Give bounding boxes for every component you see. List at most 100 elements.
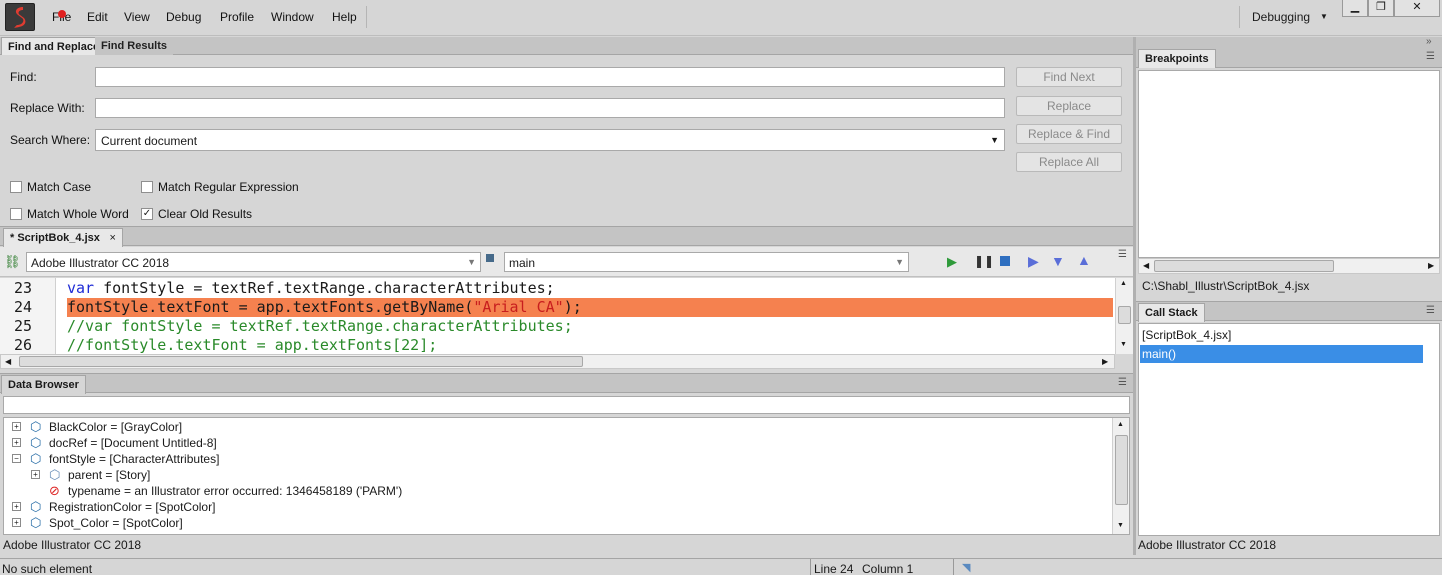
collapse-panel-icon[interactable]: » — [1426, 36, 1432, 47]
tree-vertical-scrollbar[interactable]: ▲ ▼ — [1112, 418, 1129, 534]
code-editor[interactable]: 23 24 25 26 var fontStyle = textRef.text… — [0, 278, 1133, 354]
tree-item-label: BlackColor = [GrayColor] — [49, 420, 183, 434]
scroll-up-icon[interactable]: ▲ — [1120, 280, 1127, 287]
breakpoints-list — [1138, 70, 1440, 258]
scroll-thumb[interactable] — [19, 356, 583, 367]
search-where-select[interactable]: Current document ▼ — [95, 129, 1005, 151]
step-into-icon[interactable]: ▼ — [1051, 253, 1065, 269]
replace-button[interactable]: Replace — [1016, 96, 1122, 116]
tree-item-label: parent = [Story] — [68, 468, 151, 482]
menu-debug[interactable]: Debug — [166, 10, 201, 24]
match-whole-word-checkbox[interactable] — [10, 208, 22, 220]
scroll-thumb[interactable] — [1154, 260, 1334, 272]
tree-item-label: fontStyle = [CharacterAttributes] — [49, 452, 220, 466]
expand-icon[interactable]: + — [31, 470, 40, 479]
tab-data-browser[interactable]: Data Browser — [1, 375, 86, 394]
close-icon[interactable]: ✕ — [1394, 0, 1440, 17]
data-browser-tabbar: Data Browser ☰ — [0, 373, 1133, 394]
replace-all-button[interactable]: Replace All — [1016, 152, 1122, 172]
run-icon[interactable]: ▶ — [947, 254, 957, 270]
data-browser-filter-input[interactable] — [3, 396, 1130, 414]
call-stack-item-selected[interactable]: main() — [1140, 345, 1423, 363]
panel-splitter[interactable] — [1133, 37, 1136, 555]
menu-profile[interactable]: Profile — [220, 10, 254, 24]
editor-tabbar: * ScriptBok_4.jsx × — [0, 226, 1133, 247]
status-column: Column 1 — [862, 562, 914, 575]
workspace-mode-select[interactable]: Debugging — [1252, 10, 1310, 24]
menu-edit[interactable]: Edit — [87, 10, 108, 24]
scroll-right-icon[interactable]: ▶ — [1102, 357, 1108, 366]
code-vertical-scrollbar[interactable]: ▲ ▼ — [1115, 278, 1133, 354]
match-regex-label: Match Regular Expression — [158, 180, 299, 194]
scroll-down-icon[interactable]: ▼ — [1120, 341, 1127, 348]
status-divider — [810, 559, 811, 575]
step-out-icon[interactable]: ▲ — [1077, 252, 1091, 268]
scroll-left-icon[interactable]: ◀ — [5, 357, 11, 366]
replace-input[interactable] — [95, 98, 1005, 118]
function-select[interactable]: main ▼ — [504, 252, 909, 272]
menu-window[interactable]: Window — [271, 10, 314, 24]
scroll-right-icon[interactable]: ▶ — [1428, 261, 1434, 270]
expand-icon[interactable]: + — [12, 438, 21, 447]
find-input[interactable] — [95, 67, 1005, 87]
tab-breakpoints[interactable]: Breakpoints — [1138, 49, 1216, 68]
chevron-down-icon[interactable]: ▼ — [467, 257, 476, 267]
pause-icon[interactable]: ❚❚ — [974, 254, 994, 268]
target-app-select[interactable]: Adobe Illustrator CC 2018 ▼ — [26, 252, 481, 272]
scroll-down-icon[interactable]: ▼ — [1117, 522, 1124, 529]
right-collapse-bar: » — [1136, 36, 1442, 49]
tree-item-label: Spot_Color = [SpotColor] — [49, 516, 183, 530]
scroll-up-icon[interactable]: ▲ — [1117, 421, 1124, 428]
close-tab-icon[interactable]: × — [109, 229, 115, 247]
tab-call-stack[interactable]: Call Stack — [1138, 303, 1205, 322]
expand-icon[interactable]: + — [12, 518, 21, 527]
expand-icon[interactable]: + — [12, 502, 21, 511]
tab-find-and-replace[interactable]: Find and Replace — [1, 37, 107, 55]
panel-menu-icon[interactable]: ☰ — [1118, 249, 1127, 260]
call-stack-item[interactable]: [ScriptBok_4.jsx] — [1142, 327, 1425, 343]
notification-dot-icon — [58, 10, 66, 18]
restore-icon[interactable]: ❐ — [1368, 0, 1394, 17]
match-case-label: Match Case — [27, 180, 92, 194]
match-case-checkbox[interactable] — [10, 181, 22, 193]
scroll-left-icon[interactable]: ◀ — [1143, 261, 1149, 270]
clear-old-results-checkbox[interactable]: ✓ — [141, 208, 153, 220]
code-token: ); — [563, 298, 582, 316]
menu-help[interactable]: Help — [332, 10, 357, 24]
function-icon — [486, 254, 494, 262]
menu-separator — [366, 6, 367, 28]
replace-and-find-button[interactable]: Replace & Find — [1016, 124, 1122, 144]
scroll-thumb[interactable] — [1118, 306, 1131, 324]
step-over-icon[interactable]: ▶ — [1028, 253, 1039, 270]
panel-menu-icon[interactable]: ☰ — [1118, 377, 1127, 388]
tab-find-results[interactable]: Find Results — [95, 37, 174, 55]
chevron-down-icon[interactable]: ▼ — [1320, 12, 1328, 21]
scroll-thumb[interactable] — [1115, 435, 1128, 505]
line-number: 26 — [13, 336, 32, 354]
minimize-icon[interactable]: ▁ — [1342, 0, 1368, 17]
panel-menu-icon[interactable]: ☰ — [1426, 305, 1435, 316]
object-cube-icon: ⬡ — [30, 499, 42, 514]
panel-menu-icon[interactable]: ☰ — [1426, 51, 1435, 62]
find-panel: Find: Replace With: Search Where: Curren… — [0, 55, 1133, 225]
tab-scriptbok[interactable]: * ScriptBok_4.jsx × — [3, 228, 123, 247]
breakpoints-horizontal-scrollbar[interactable]: ◀ ▶ — [1138, 258, 1440, 274]
find-next-button[interactable]: Find Next — [1016, 67, 1122, 87]
stop-icon[interactable] — [1000, 256, 1010, 266]
error-circle-icon: ⊘ — [49, 483, 60, 498]
collapse-icon[interactable]: − — [12, 454, 21, 463]
clear-old-results-label: Clear Old Results — [158, 207, 253, 221]
chevron-down-icon[interactable]: ▼ — [895, 257, 904, 267]
link-icon[interactable]: ⛓ — [4, 254, 21, 270]
line-gutter: 23 24 25 26 — [0, 278, 56, 354]
expand-icon[interactable]: + — [12, 422, 21, 431]
code-line-24: fontStyle.textFont = app.textFonts.getBy… — [67, 298, 582, 317]
object-cube-icon: ⬡ — [49, 467, 61, 482]
match-regex-checkbox[interactable] — [141, 181, 153, 193]
code-horizontal-scrollbar[interactable]: ◀ ▶ — [0, 354, 1115, 369]
chevron-down-icon[interactable]: ▼ — [990, 135, 999, 145]
call-stack-list: [ScriptBok_4.jsx] main() — [1138, 323, 1440, 536]
code-line-23: var fontStyle = textRef.textRange.charac… — [67, 279, 555, 298]
code-token: fontStyle = textRef.textRange.characterA… — [94, 279, 555, 297]
menu-view[interactable]: View — [124, 10, 150, 24]
